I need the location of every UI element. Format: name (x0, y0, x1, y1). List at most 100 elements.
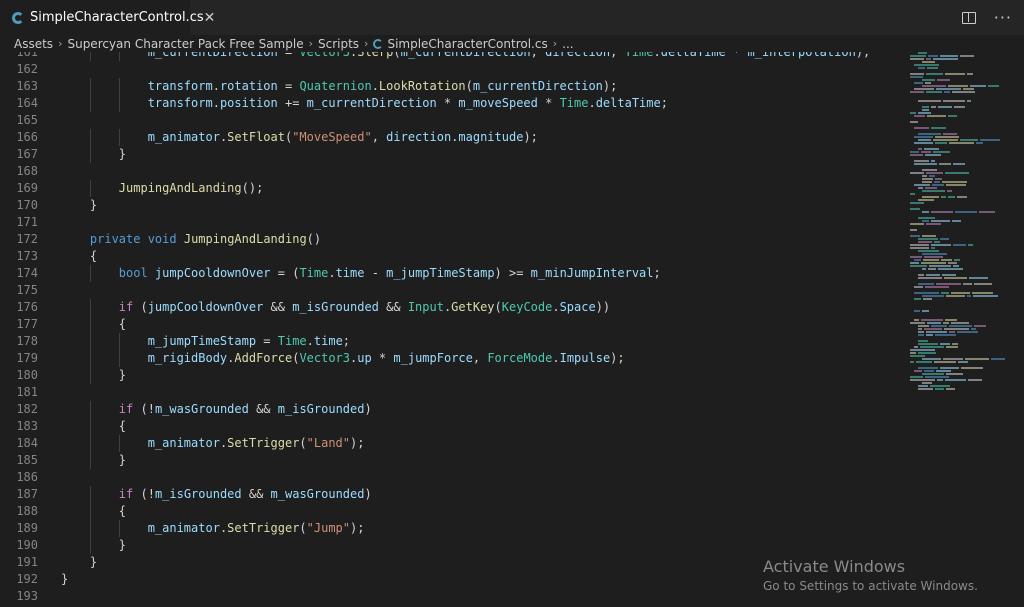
breadcrumb-item-assets[interactable]: Assets (14, 37, 53, 51)
minimap-block (922, 358, 941, 360)
minimap-block (926, 58, 931, 60)
minimap-block (924, 148, 939, 150)
minimap-block (934, 361, 956, 363)
code-token: * (371, 351, 394, 365)
minimap-block (922, 310, 929, 312)
code-token: ( (133, 300, 148, 314)
minimap-block (922, 61, 935, 63)
close-icon[interactable]: ✕ (204, 10, 216, 26)
line-source: } (119, 367, 126, 384)
minimap-block (910, 58, 924, 60)
breadcrumb-item-scripts[interactable]: Scripts (318, 37, 359, 51)
code-token: = (256, 334, 278, 348)
minimap-block (931, 325, 947, 327)
minimap-block (957, 331, 978, 333)
minimap-block (923, 298, 932, 300)
minimap-block (910, 247, 929, 249)
split-editor-icon[interactable] (961, 11, 976, 24)
minimap-block (954, 259, 960, 261)
minimap-block (922, 295, 944, 297)
minimap-block (922, 178, 933, 180)
minimap-block (918, 241, 932, 243)
minimap-block (949, 331, 955, 333)
minimap[interactable] (910, 52, 1010, 402)
line-source: if (!m_isGrounded && m_wasGrounded) (119, 486, 372, 503)
line-source: JumpingAndLanding(); (119, 180, 264, 197)
indent-guide (89, 180, 91, 197)
line-number: 189 (16, 521, 38, 535)
code-token: time (335, 266, 365, 280)
line-source: { (119, 316, 126, 333)
minimap-block (910, 151, 919, 153)
line-source: } (90, 197, 97, 214)
minimap-block (944, 328, 969, 330)
code-token: * (436, 96, 459, 110)
minimap-block (936, 370, 951, 372)
minimap-block (926, 223, 941, 225)
minimap-block (910, 223, 924, 225)
code-token: if (118, 402, 134, 416)
minimap-block (938, 268, 963, 270)
more-actions-icon[interactable]: ··· (994, 9, 1012, 26)
code-token: transform (147, 79, 213, 93)
minimap-block (934, 241, 940, 243)
code-token: "Jump" (306, 521, 351, 535)
minimap-block (925, 82, 931, 84)
line-number: 170 (16, 198, 38, 212)
code-token: { (118, 504, 127, 518)
indent-guide (89, 95, 91, 112)
minimap-block (910, 235, 920, 237)
indent-guide (89, 333, 91, 350)
line-source: } (119, 452, 126, 469)
code-token: && (263, 300, 293, 314)
breadcrumb-item-symbol[interactable]: ... (562, 37, 573, 51)
minimap-block (920, 346, 944, 348)
code-editor[interactable]: 161 m_currentDirection = Vector3.Slerp(m_… (0, 44, 910, 607)
minimap-block (918, 112, 931, 114)
line-source: } (61, 571, 68, 588)
code-token: } (118, 538, 127, 552)
minimap-block (921, 262, 946, 264)
minimap-block (925, 286, 949, 288)
minimap-block (946, 388, 955, 390)
breadcrumb-item-pack[interactable]: Supercyan Character Pack Free Sample (67, 37, 303, 51)
breadcrumb-separator: › (364, 37, 369, 50)
line-number: 163 (16, 79, 38, 93)
editor-tab[interactable]: SimpleCharacterControl.cs ✕ (0, 0, 215, 35)
minimap-block (910, 244, 929, 246)
minimap-block (918, 283, 934, 285)
minimap-block (943, 100, 965, 102)
minimap-block (954, 106, 965, 108)
minimap-block (918, 139, 931, 141)
minimap-block (914, 64, 939, 66)
minimap-block (910, 193, 915, 195)
code-token: up (357, 351, 372, 365)
minimap-block (931, 211, 953, 213)
code-token: Vector3 (299, 351, 351, 365)
breadcrumb-item-file[interactable]: SimpleCharacterControl.cs (387, 37, 547, 51)
minimap-block (922, 211, 929, 213)
line-number: 186 (16, 470, 38, 484)
code-token: m_currentDirection (306, 96, 437, 110)
code-token: , (472, 351, 488, 365)
vertical-scrollbar[interactable] (1010, 52, 1024, 607)
indent-guide (118, 333, 120, 350)
code-token: (! (133, 487, 155, 501)
minimap-block (935, 178, 942, 180)
minimap-block (967, 295, 971, 297)
indent-guide (89, 367, 91, 384)
minimap-block (974, 325, 986, 327)
minimap-block (922, 382, 932, 384)
minimap-block (918, 334, 924, 336)
minimap-block (910, 55, 926, 57)
line-number: 172 (16, 232, 38, 246)
code-token: Impulse (559, 351, 611, 365)
code-token: SetTrigger (227, 521, 300, 535)
line-source: m_rigidBody.AddForce(Vector3.up * m_jump… (148, 350, 625, 367)
line-number: 180 (16, 368, 38, 382)
minimap-block (918, 250, 939, 252)
line-source: { (119, 503, 126, 520)
minimap-block (949, 142, 974, 144)
minimap-block (948, 85, 968, 87)
